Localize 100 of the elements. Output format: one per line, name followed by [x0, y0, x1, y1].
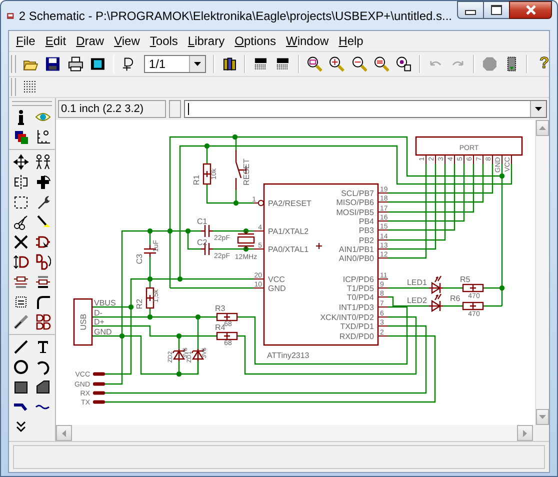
- resistor-symbol: [216, 312, 238, 322]
- invoke-icon[interactable]: [35, 314, 51, 330]
- dashed-box-icon[interactable]: [13, 194, 29, 210]
- ruler-icon[interactable]: [35, 129, 51, 145]
- part-name-label: R4: [215, 323, 226, 332]
- pin-label: GND: [94, 328, 112, 336]
- script-icon[interactable]: [253, 56, 268, 72]
- rotate-icon[interactable]: [35, 174, 51, 190]
- pin-label: PA2/RESET: [268, 199, 312, 208]
- status-box: [169, 100, 181, 118]
- pin-label: PB2: [358, 236, 374, 245]
- pin-swap-icon[interactable]: [13, 254, 29, 270]
- zener-diode-symbol: [172, 348, 186, 362]
- chip-name-label: ATTiny2313: [267, 351, 310, 360]
- resistor-name-icon[interactable]: [13, 274, 29, 290]
- menu-item[interactable]: File: [16, 34, 36, 48]
- close-button[interactable]: [509, 1, 552, 19]
- maximize-button[interactable]: [483, 1, 509, 19]
- zoom-fit-icon[interactable]: [306, 56, 322, 72]
- dropdown-arrow-icon: [194, 62, 201, 66]
- dropdown-arrow-icon: [535, 107, 542, 111]
- film-icon[interactable]: [90, 56, 106, 72]
- books-icon[interactable]: [222, 56, 238, 72]
- connector-label: USB: [79, 314, 88, 330]
- layers-icon[interactable]: [13, 129, 29, 145]
- terminal-symbol: [93, 382, 105, 386]
- part-name-label: C3: [135, 254, 144, 264]
- resistor-symbol: [462, 284, 484, 292]
- terminal-symbol: [93, 400, 105, 404]
- menu-item[interactable]: View: [114, 34, 140, 48]
- zoom-in-icon[interactable]: [329, 56, 345, 72]
- pin-label: PA1/XTAL2: [268, 227, 309, 236]
- terminal-symbol: [93, 391, 105, 395]
- part-name-label: R2: [135, 298, 144, 310]
- ulp-icon[interactable]: [275, 56, 291, 72]
- pin-label: MOSI/PB5: [336, 208, 374, 217]
- minimize-button[interactable]: [457, 1, 483, 19]
- coordinate-display: 0.1 inch (2.2 3.2): [58, 100, 166, 118]
- menu-item[interactable]: Tools: [150, 34, 178, 48]
- pin-label: AIN0/PB0: [338, 254, 374, 263]
- zoom-out-icon[interactable]: [352, 56, 368, 72]
- pin-label: D+: [94, 318, 104, 326]
- resistor-symbol: [462, 302, 484, 310]
- polygon-icon[interactable]: [35, 379, 51, 395]
- menu-item[interactable]: Options: [234, 34, 276, 48]
- part-name-label: C1: [197, 217, 208, 226]
- gate-swap-icon[interactable]: [35, 254, 51, 270]
- terminal-symbol: [93, 372, 105, 376]
- zoom-redraw-icon[interactable]: [374, 56, 390, 72]
- scissors-icon[interactable]: [13, 214, 29, 230]
- resistor-symbol: [146, 287, 154, 309]
- crystal-symbol: [237, 230, 255, 250]
- menu-item[interactable]: Window: [286, 34, 329, 48]
- resistor-symbol: [216, 332, 238, 340]
- pin-label: TXD/PD1: [340, 322, 374, 331]
- split-icon[interactable]: [13, 314, 29, 330]
- miter-icon[interactable]: [35, 294, 51, 310]
- close-icon: [524, 5, 536, 15]
- pin-label: VCC: [268, 275, 285, 284]
- menu-item[interactable]: Draw: [76, 34, 104, 48]
- mirror-icon[interactable]: [13, 174, 29, 190]
- part-name-label: R5: [460, 275, 470, 284]
- figures-icon[interactable]: [35, 154, 51, 170]
- move-icon[interactable]: [13, 154, 29, 170]
- resistor-value-icon[interactable]: [35, 274, 51, 290]
- menu-item[interactable]: Help: [338, 34, 364, 48]
- window-title: 2 Schematic - P:\PROGRAMOK\Elektronika\Eagle\projects\USBEXP+\untitled.s...: [18, 8, 452, 22]
- zener-diode-symbol: [191, 348, 205, 362]
- menu-item[interactable]: Library: [188, 34, 225, 48]
- smash-icon[interactable]: [13, 294, 29, 310]
- led-symbol: [428, 275, 444, 294]
- text-tool-icon[interactable]: [35, 339, 51, 355]
- circle-icon[interactable]: [13, 359, 29, 375]
- command-input[interactable]: [184, 100, 547, 118]
- zoom-select-icon[interactable]: [396, 56, 412, 72]
- pin-label: T1/PD5: [346, 284, 374, 293]
- pin-label: GND: [268, 284, 286, 293]
- add-icon[interactable]: [35, 234, 51, 250]
- pin-label: T0/PD4: [346, 293, 374, 302]
- paste-icon[interactable]: [35, 214, 51, 230]
- part-name-label: RESET: [242, 158, 251, 186]
- led-symbol: [428, 293, 444, 312]
- pin-label: PB4: [358, 217, 374, 226]
- part-name-label: R3: [215, 304, 226, 313]
- pin-label: INT1/PD3: [338, 303, 374, 312]
- delete-icon[interactable]: [13, 234, 29, 250]
- menu-item[interactable]: Edit: [45, 34, 66, 48]
- line-icon[interactable]: [13, 339, 29, 355]
- pin-label: VBUS: [94, 298, 116, 308]
- pin-label: D-: [94, 308, 102, 318]
- part-name-label: R6: [450, 294, 460, 303]
- part-name-label: LED2: [406, 296, 427, 305]
- pin-label: RXD/PD0: [339, 332, 374, 341]
- rectangle-icon[interactable]: [13, 379, 29, 395]
- pin-label: PA0/XTAL1: [268, 245, 309, 254]
- pin-label: PB3: [358, 226, 374, 235]
- arc-icon[interactable]: [35, 359, 51, 375]
- sheet-select[interactable]: 1/1: [144, 55, 206, 73]
- printer-icon[interactable]: [68, 56, 84, 72]
- part-name-label: LED1: [406, 278, 427, 287]
